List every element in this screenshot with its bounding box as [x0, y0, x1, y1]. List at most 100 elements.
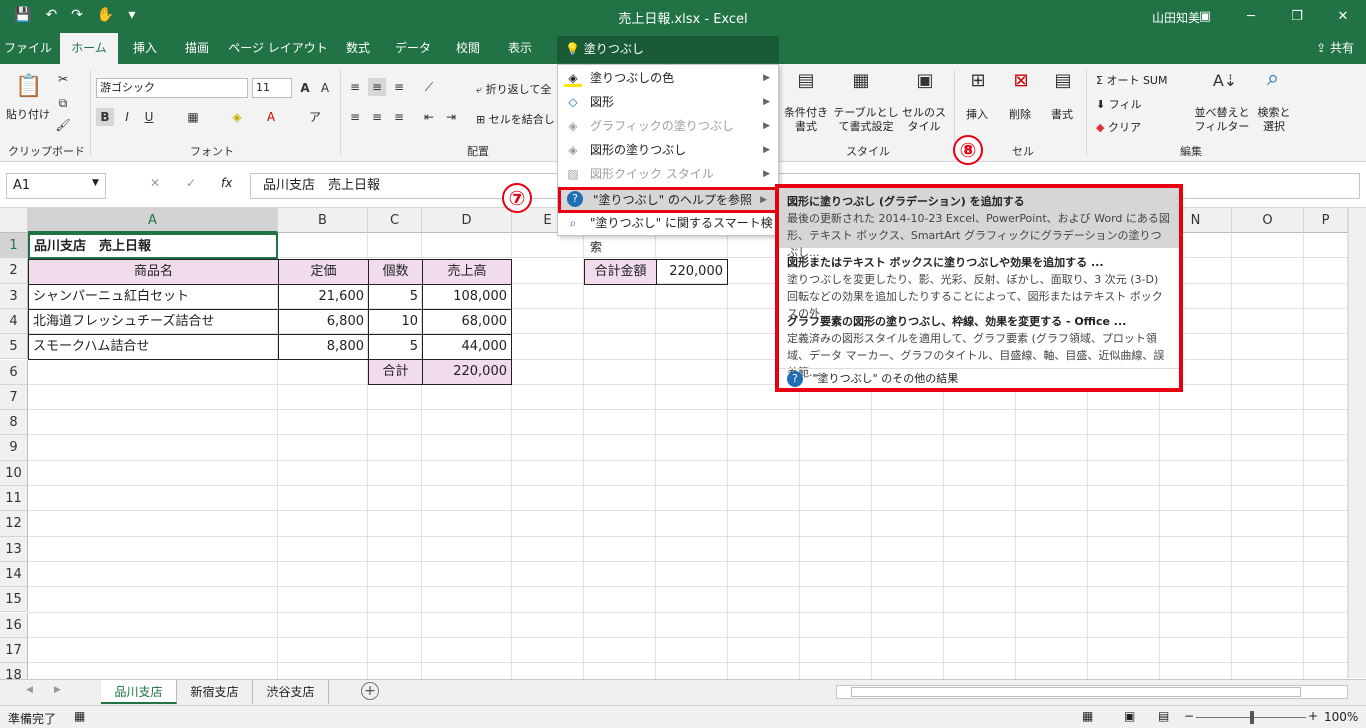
row-header[interactable]: 13 — [0, 536, 28, 562]
fill-color-icon[interactable]: ◈ — [228, 108, 246, 126]
page-layout-view-icon[interactable]: ▣ — [1124, 709, 1135, 723]
insert-cells-button[interactable]: 挿入 — [966, 106, 988, 122]
tab-file[interactable]: ファイル — [0, 33, 56, 64]
zoom-level[interactable]: 100% — [1324, 710, 1358, 724]
select-all-corner[interactable] — [0, 208, 28, 233]
align-bottom-icon[interactable]: ≡ — [390, 78, 408, 96]
macro-record-icon[interactable]: ▦ — [74, 709, 85, 723]
decrease-indent-icon[interactable]: ⇤ — [420, 108, 438, 126]
help-result[interactable]: 図形に塗りつぶし (グラデーション) を追加する 最後の更新された 2014-1… — [779, 188, 1179, 259]
delete-cells-button[interactable]: 削除 — [1009, 106, 1031, 122]
row-header[interactable]: 12 — [0, 511, 28, 537]
wrap-text-button[interactable]: ⤶ 折り返して全 — [476, 81, 551, 97]
column-header[interactable]: D — [422, 208, 512, 233]
total-label-cell[interactable]: 合計 — [368, 359, 423, 385]
share-button[interactable]: ⇪ 共有 — [1316, 33, 1354, 64]
row-header[interactable]: 2 — [0, 258, 28, 284]
phonetic-icon[interactable]: ア — [306, 108, 324, 126]
row-header[interactable]: 7 — [0, 384, 28, 411]
sort-filter-button[interactable]: 並べ替えとフィルター — [1192, 106, 1252, 134]
tab-formulas[interactable]: 数式 — [334, 33, 382, 64]
align-right-icon[interactable]: ≡ — [390, 108, 408, 126]
font-size-select[interactable]: 11 — [252, 78, 292, 98]
row-header[interactable]: 3 — [0, 283, 28, 309]
autosum-button[interactable]: Σ オート SUM — [1096, 72, 1167, 88]
confirm-icon[interactable]: ✓ — [186, 176, 196, 190]
format-cells-icon[interactable]: ▤ — [1052, 72, 1074, 96]
header-sales[interactable]: 売上高 — [422, 259, 512, 285]
prev-sheet-icon[interactable]: ◀ — [26, 685, 33, 695]
tab-page-layout[interactable]: ページ レイアウト — [226, 33, 330, 64]
next-sheet-icon[interactable]: ▶ — [54, 685, 61, 695]
row-header[interactable]: 14 — [0, 561, 28, 588]
zoom-in-icon[interactable]: + — [1308, 709, 1318, 723]
clear-button[interactable]: ◆ クリア — [1096, 119, 1141, 135]
merge-button[interactable]: ⊞ セルを結合し — [476, 111, 555, 127]
name-box[interactable]: A1 — [6, 173, 106, 199]
sort-filter-icon[interactable]: A⇣ — [1212, 72, 1238, 98]
column-header[interactable]: O — [1232, 208, 1304, 233]
menu-item-help[interactable]: ? "塗りつぶし" のヘルプを参照 ▶ — [558, 187, 778, 213]
row-header[interactable]: 16 — [0, 612, 28, 638]
align-left-icon[interactable]: ≡ — [346, 108, 364, 126]
cell-product[interactable]: スモークハム詰合せ — [28, 334, 279, 360]
cancel-icon[interactable]: ✕ — [150, 176, 160, 190]
fill-button[interactable]: ⬇ フィル — [1096, 96, 1142, 112]
tab-review[interactable]: 校閲 — [444, 33, 492, 64]
zoom-out-icon[interactable]: − — [1184, 709, 1194, 723]
sheet-tab[interactable]: 新宿支店 — [177, 680, 253, 704]
cell-price[interactable]: 8,800 — [278, 334, 369, 360]
tab-view[interactable]: 表示 — [496, 33, 544, 64]
tab-home[interactable]: ホーム — [60, 33, 118, 64]
zoom-slider-thumb[interactable] — [1250, 711, 1254, 724]
underline-icon[interactable]: U — [140, 108, 158, 126]
row-header[interactable]: 11 — [0, 486, 28, 512]
header-price[interactable]: 定価 — [278, 259, 369, 285]
close-icon[interactable]: ✕ — [1320, 0, 1366, 33]
sum-label-cell[interactable]: 合計金額 — [584, 259, 657, 285]
grow-font-icon[interactable]: A — [296, 79, 314, 97]
orientation-icon[interactable]: ⟋ — [420, 78, 438, 96]
font-color-icon[interactable]: A — [262, 108, 280, 126]
menu-item-fill-color[interactable]: ◈ 塗りつぶしの色 ▶ — [558, 66, 778, 90]
align-center-icon[interactable]: ≡ — [368, 108, 386, 126]
cell-sales[interactable]: 68,000 — [422, 309, 512, 335]
row-header[interactable]: 15 — [0, 587, 28, 613]
cut-icon[interactable]: ✂ — [54, 70, 72, 88]
cell-style-icon[interactable]: ▣ — [914, 72, 936, 96]
help-result[interactable]: 図形またはテキスト ボックスに塗りつぶしや効果を追加する ... 塗りつぶしを変… — [779, 249, 1179, 320]
menu-item-graphic-fill[interactable]: ◈ グラフィックの塗りつぶし ▶ — [558, 114, 778, 138]
row-header[interactable]: 10 — [0, 460, 28, 486]
page-break-view-icon[interactable]: ▤ — [1158, 709, 1169, 723]
cell-a1-title[interactable]: 品川支店 売上日報 — [28, 233, 278, 259]
table-format-icon[interactable]: ▦ — [850, 72, 872, 96]
format-cells-button[interactable]: 書式 — [1051, 106, 1073, 122]
italic-icon[interactable]: I — [118, 108, 136, 126]
restore-icon[interactable]: ❐ — [1274, 0, 1320, 33]
cell-qty[interactable]: 5 — [368, 284, 423, 310]
search-icon[interactable]: ⌕ — [1260, 68, 1286, 96]
column-header[interactable]: A — [28, 208, 278, 233]
normal-view-icon[interactable]: ▦ — [1082, 709, 1093, 723]
row-header[interactable]: 5 — [0, 334, 28, 360]
paste-button[interactable]: 貼り付け — [6, 106, 50, 122]
cell-product[interactable]: 北海道フレッシュチーズ詰合せ — [28, 309, 279, 335]
cell-sales[interactable]: 44,000 — [422, 334, 512, 360]
delete-cells-icon[interactable]: ⊠ — [1010, 72, 1032, 96]
cell-sales[interactable]: 108,000 — [422, 284, 512, 310]
border-icon[interactable]: ▦ — [184, 108, 202, 126]
insert-cells-icon[interactable]: ⊞ — [967, 72, 989, 96]
copy-icon[interactable]: ⧉ — [54, 94, 72, 112]
minimize-icon[interactable]: ─ — [1228, 0, 1274, 33]
cell-style-button[interactable]: セルのスタイル — [900, 106, 948, 134]
sheet-tab[interactable]: 渋谷支店 — [253, 680, 329, 704]
conditional-format-button[interactable]: 条件付き書式 — [782, 106, 830, 134]
font-name-select[interactable]: 游ゴシック — [96, 78, 248, 98]
tell-me-input[interactable]: 💡 塗りつぶし — [557, 36, 779, 63]
add-sheet-icon[interactable]: + — [361, 682, 379, 700]
sum-value-cell[interactable]: 220,000 — [656, 259, 728, 285]
find-select-button[interactable]: 検索と選択 — [1254, 106, 1294, 134]
align-middle-icon[interactable]: ≡ — [368, 78, 386, 96]
cell-product[interactable]: シャンパーニュ紅白セット — [28, 284, 279, 310]
row-header[interactable]: 6 — [0, 359, 28, 385]
